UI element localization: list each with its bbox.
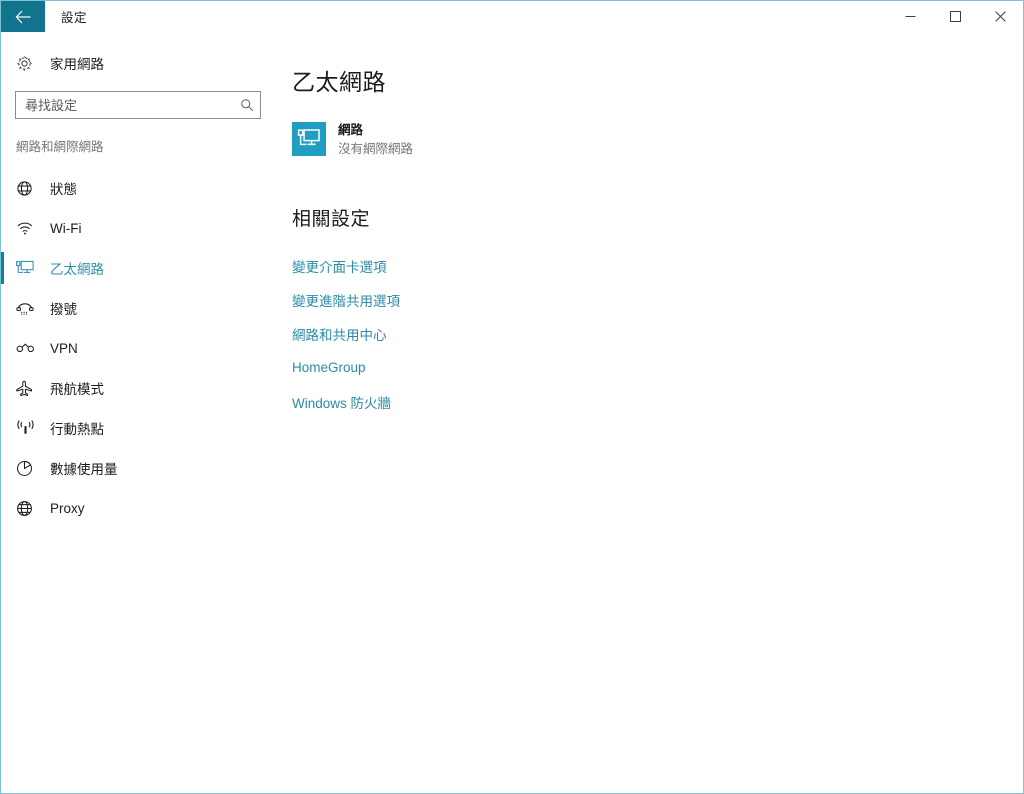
ethernet-icon (16, 260, 40, 276)
minimize-icon (905, 11, 916, 22)
main-content: 乙太網路 網路 沒有網際網路 相關設定 變更介面卡選項 變更進階共用選項 網路和… (278, 32, 1023, 793)
title-bar: 設定 (1, 1, 1023, 32)
globe-status-icon (16, 180, 40, 197)
maximize-button[interactable] (933, 1, 978, 32)
minimize-button[interactable] (888, 1, 933, 32)
list-item: 變更進階共用選項 (292, 283, 1023, 317)
gear-icon (16, 55, 40, 72)
list-item: 變更介面卡選項 (292, 249, 1023, 283)
sidebar-item-wifi[interactable]: Wi-Fi (1, 208, 278, 248)
link-windows-firewall[interactable]: Windows 防火牆 (292, 392, 391, 412)
close-button[interactable] (978, 1, 1023, 32)
back-arrow-icon (15, 10, 32, 24)
related-settings-list: 變更介面卡選項 變更進階共用選項 網路和共用中心 HomeGroup Windo… (292, 249, 1023, 419)
search-box[interactable] (15, 91, 261, 119)
data-usage-icon (16, 460, 40, 477)
sidebar-item-label: 數據使用量 (50, 462, 118, 477)
sidebar-home-label: 家用網路 (50, 57, 104, 72)
sidebar-item-label: VPN (50, 340, 78, 356)
vpn-icon (16, 342, 40, 355)
maximize-icon (950, 11, 961, 22)
list-item: 網路和共用中心 (292, 317, 1023, 351)
related-settings-title: 相關設定 (292, 208, 371, 230)
network-name: 網路 (338, 122, 364, 137)
sidebar-item-status[interactable]: 狀態 (1, 168, 278, 208)
sidebar-item-label: 乙太網路 (50, 262, 104, 277)
page-title: 乙太網路 (292, 69, 386, 95)
dialup-phone-icon (16, 301, 40, 316)
sidebar-item-label: 飛航模式 (50, 382, 104, 397)
sidebar-home-row[interactable]: 家用網路 (1, 44, 278, 82)
sidebar-item-label: 狀態 (50, 182, 77, 197)
list-item: HomeGroup (292, 351, 1023, 385)
sidebar-item-airplane-mode[interactable]: 飛航模式 (1, 368, 278, 408)
sidebar-item-label: Proxy (50, 500, 85, 516)
proxy-globe-icon (16, 500, 40, 517)
link-change-advanced-sharing-options[interactable]: 變更進階共用選項 (292, 290, 400, 310)
list-item: Windows 防火牆 (292, 385, 1023, 419)
search-icon[interactable] (234, 98, 260, 112)
network-status-text: 網路 沒有網際網路 (326, 122, 413, 158)
sidebar-item-label: Wi-Fi (50, 220, 82, 236)
sidebar-item-label: 撥號 (50, 302, 77, 317)
sidebar-item-label: 行動熱點 (50, 422, 104, 437)
sidebar: 家用網路 網路和網際網路 (1, 32, 278, 793)
sidebar-nav-list: 狀態 Wi-Fi 乙太網路 撥號 VPN 飛航模式 行動熱點 數據使用量 Pro… (1, 168, 278, 528)
window-body: 家用網路 網路和網際網路 (1, 32, 1023, 793)
settings-window: 設定 家用網路 尋找設定 網路和網際網路 狀態 Wi-Fi 乙太網路 撥號 VP… (0, 0, 1024, 794)
sidebar-item-vpn[interactable]: VPN (1, 328, 278, 368)
sidebar-section-label: 網路和網際網路 (16, 140, 104, 154)
sidebar-item-data-usage[interactable]: 數據使用量 (1, 448, 278, 488)
network-status-block[interactable]: 網路 沒有網際網路 (292, 121, 1023, 158)
sidebar-item-dialup[interactable]: 撥號 (1, 288, 278, 328)
search-input[interactable] (16, 92, 234, 118)
link-homegroup[interactable]: HomeGroup (292, 360, 366, 375)
back-button[interactable] (1, 1, 45, 32)
sidebar-item-mobile-hotspot[interactable]: 行動熱點 (1, 408, 278, 448)
hotspot-icon (16, 420, 40, 436)
sidebar-item-proxy[interactable]: Proxy (1, 488, 278, 528)
link-network-and-sharing-center[interactable]: 網路和共用中心 (292, 324, 387, 344)
window-controls (888, 1, 1023, 32)
sidebar-item-ethernet[interactable]: 乙太網路 (1, 248, 278, 288)
close-icon (995, 11, 1006, 22)
app-title: 設定 (61, 11, 88, 25)
ethernet-monitor-icon (292, 121, 326, 156)
airplane-icon (16, 380, 40, 397)
wifi-icon (16, 221, 40, 236)
link-change-adapter-options[interactable]: 變更介面卡選項 (292, 256, 387, 276)
network-connectivity-status: 沒有網際網路 (338, 141, 414, 156)
